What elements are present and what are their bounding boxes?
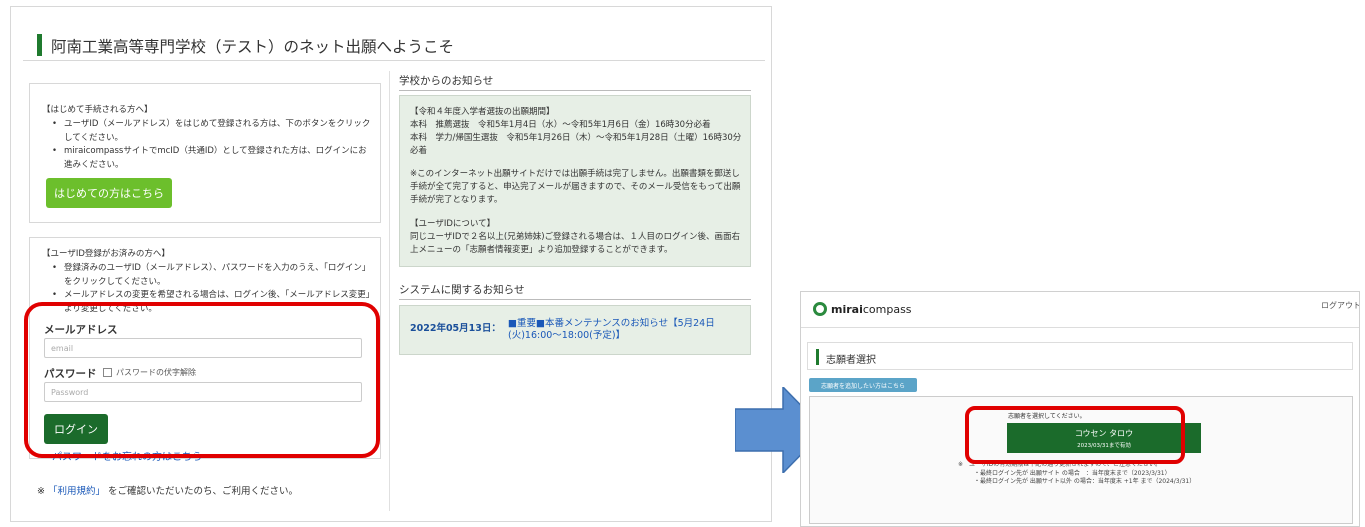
system-notice-date: 2022年05月13日： [410, 323, 501, 334]
logout-link[interactable]: ログアウト [1321, 300, 1359, 311]
brand-rest: compass [862, 302, 912, 316]
title-accent-bar [37, 34, 42, 56]
list-item: miraicompassサイトでmcID（共通ID）として登録された方は、ログイ… [52, 145, 372, 172]
section-header: 志願者選択 [807, 342, 1353, 370]
system-notice-box: 2022年05月13日： ■重要■本番メンテナンスのお知らせ【5月24日(火)1… [399, 305, 751, 355]
first-time-panel: 【はじめて手続される方へ】 ユーザID（メールアドレス）をはじめて登録される方は… [29, 83, 381, 223]
note-line: ・最終ログイン先が 出願サイト以外 の場合：当年度末 +1年 まで（2024/3… [974, 478, 1196, 485]
first-time-heading: 【はじめて手続される方へ】 [42, 105, 153, 115]
notice-period: 【令和４年度入学者選抜の出願期間】 本科 推薦選抜 令和5年1月4日（水）～令和… [410, 107, 742, 156]
page-title: 阿南工業高等専門学校（テスト）のネット出願へようこそ [51, 38, 455, 56]
terms-prefix: ※ [37, 486, 45, 497]
school-notice-title: 学校からのお知らせ [399, 73, 751, 91]
section-title: 志願者選択 [826, 355, 876, 366]
first-time-list: ユーザID（メールアドレス）をはじめて登録される方は、下のボタンをクリックしてく… [52, 118, 372, 172]
page-header: 阿南工業高等専門学校（テスト）のネット出願へようこそ [23, 17, 765, 61]
first-time-button[interactable]: はじめての方はこちら [46, 178, 172, 208]
school-notice-box: 【令和４年度入学者選抜の出願期間】 本科 推薦選抜 令和5年1月4日（水）～令和… [399, 95, 751, 267]
title-accent-bar [816, 349, 819, 365]
top-bar: miraicompass ログアウト [801, 292, 1359, 328]
expiry-note: ※ ユーザIDの有効期限は下記の通り更新されますので、ご注意ください。 ・最終ロ… [958, 461, 1195, 487]
figure-stage: 阿南工業高等専門学校（テスト）のネット出願へようこそ 【はじめて手続される方へ】… [0, 0, 1365, 527]
terms-suffix: をご確認いただいたのち、ご利用ください。 [108, 486, 299, 497]
system-notice-link[interactable]: ■重要■本番メンテナンスのお知らせ【5月24日(火)16:00～18:00(予定… [508, 318, 744, 342]
notice-userid: 【ユーザIDについて】 同じユーザIDで２名以上(兄弟姉妹)ご登録される場合は、… [410, 219, 741, 255]
notice-procedure: ※このインターネット出願サイトだけでは出願手続は完了しません。出願書類を郵送し手… [410, 169, 741, 205]
logo-ring-icon [813, 302, 827, 316]
miraicompass-logo: miraicompass [813, 302, 912, 316]
column-divider [389, 71, 390, 511]
list-item: 登録済みのユーザID（メールアドレス）、パスワードを入力のうえ、「ログイン」をク… [52, 262, 372, 289]
system-notice-title: システムに関するお知らせ [399, 282, 751, 300]
list-item: ユーザID（メールアドレス）をはじめて登録される方は、下のボタンをクリックしてく… [52, 118, 372, 145]
terms-notice: ※ 「利用規約」 をご確認いただいたのち、ご利用ください。 [37, 483, 298, 497]
login-highlight-frame [24, 302, 380, 458]
terms-link[interactable]: 「利用規約」 [48, 486, 105, 497]
note-line: ・最終ログイン先が 出願サイト の場合 ：当年度末まで（2023/3/31） [974, 469, 1171, 477]
login-heading: 【ユーザID登録がお済みの方へ】 [42, 249, 170, 259]
applicant-highlight-frame [965, 406, 1185, 464]
add-applicant-button[interactable]: 志願者を追加したい方はこちら [809, 378, 917, 392]
brand-bold: mirai [831, 302, 863, 316]
